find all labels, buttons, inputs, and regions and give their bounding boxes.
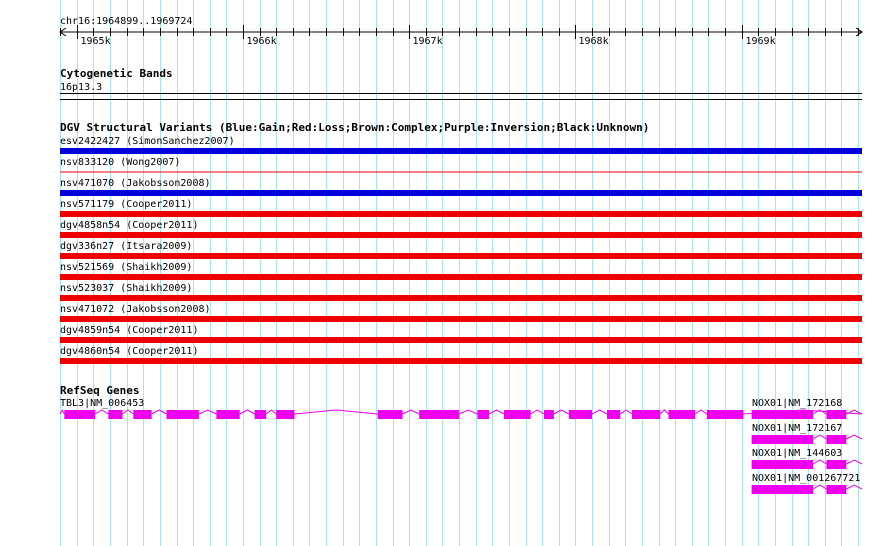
gene-exon[interactable] — [632, 410, 661, 419]
ruler-track: chr16:1964899..1969724 1965k 1966k 1967k 19… — [59, 16, 863, 47]
genome-browser: chr16:1964899..1969724 1965k 1966k 1967k 19… — [59, 0, 863, 546]
variant-bar[interactable] — [60, 274, 862, 280]
gene-exon[interactable] — [751, 435, 814, 444]
refseq-track: RefSeq Genes TBL3|NM_006453 NOX01|NM_1721… — [59, 384, 863, 494]
variant-bar[interactable] — [60, 295, 862, 301]
variant-label[interactable]: dgv336n27 (Itsara2009) — [60, 241, 192, 252]
cytoband-label: 16p13.3 — [60, 82, 102, 93]
gene-exon[interactable] — [607, 410, 621, 419]
variant-bar[interactable] — [60, 253, 862, 259]
gene-label[interactable]: NOX01|NM_172167 — [752, 423, 842, 434]
gene-label[interactable]: NOX01|NM_001267721 — [752, 473, 860, 484]
ruler-ticks: 1965k 1966k 1967k 1968k 1969k — [59, 25, 863, 47]
region-label: chr16:1964899..1969724 — [60, 16, 192, 27]
variant-label[interactable]: dgv4860n54 (Cooper2011) — [60, 346, 198, 357]
vertical-grid — [60, 0, 859, 546]
gene-exon[interactable] — [826, 460, 847, 469]
gene-exon[interactable] — [751, 485, 814, 494]
gene-exon[interactable] — [254, 410, 267, 419]
variant-label[interactable]: esv2422427 (SimonSanchez2007) — [60, 136, 235, 147]
gene-label[interactable]: NOX01|NM_172168 — [752, 398, 842, 409]
variant-label[interactable]: nsv471072 (Jakobsson2008) — [60, 304, 211, 315]
variant-bar[interactable] — [60, 358, 862, 364]
gene-exon[interactable] — [64, 410, 96, 419]
ruler-tick-label: 1966k — [247, 36, 277, 47]
variant-bar[interactable] — [60, 316, 862, 322]
ruler-tick-label: 1969k — [746, 36, 776, 47]
variant-label[interactable]: nsv833120 (Wong2007) — [60, 157, 180, 168]
dgv-rows: esv2422427 (SimonSanchez2007) nsv833120 (… — [60, 136, 862, 364]
ruler-tick-label: 1968k — [579, 36, 609, 47]
gene-exon[interactable] — [543, 410, 554, 419]
variant-bar[interactable] — [60, 171, 862, 173]
ruler-tick-label: 1967k — [413, 36, 443, 47]
gene-exon[interactable] — [377, 410, 403, 419]
variant-bar[interactable] — [60, 232, 862, 238]
gene-exon[interactable] — [751, 410, 814, 419]
variant-bar[interactable] — [60, 148, 862, 154]
gene-exon[interactable] — [751, 460, 814, 469]
ruler-tick-label: 1965k — [81, 36, 111, 47]
refseq-title: RefSeq Genes — [60, 384, 139, 397]
gene-exon[interactable] — [826, 435, 847, 444]
dgv-track: DGV Structural Variants (Blue:Gain;Red:L… — [60, 121, 862, 364]
gene-exon[interactable] — [668, 410, 696, 419]
gene-exon[interactable] — [133, 410, 152, 419]
dgv-title: DGV Structural Variants (Blue:Gain;Red:L… — [60, 121, 649, 134]
gene-label[interactable]: NOX01|NM_144603 — [752, 448, 842, 459]
gene-rows: TBL3|NM_006453 NOX01|NM_172168 NOX01|NM_17… — [59, 398, 863, 494]
gene-exon[interactable] — [216, 410, 240, 419]
gene-exon[interactable] — [568, 410, 593, 419]
variant-label[interactable]: nsv571179 (Cooper2011) — [60, 199, 192, 210]
gene-exon[interactable] — [504, 410, 531, 419]
cytoband-track: Cytogenetic Bands 16p13.3 — [60, 67, 862, 100]
variant-label[interactable]: nsv523037 (Shaikh2009) — [60, 283, 192, 294]
gene-exon[interactable] — [826, 410, 847, 419]
variant-bar[interactable] — [60, 190, 862, 196]
gene-exon[interactable] — [706, 410, 744, 419]
cytoband-title: Cytogenetic Bands — [60, 67, 173, 80]
gene-label[interactable]: TBL3|NM_006453 — [60, 398, 144, 409]
gene-exon[interactable] — [419, 410, 460, 419]
variant-label[interactable]: dgv4858n54 (Cooper2011) — [60, 220, 198, 231]
gene-exon[interactable] — [477, 410, 489, 419]
variant-bar[interactable] — [60, 337, 862, 343]
variant-bar[interactable] — [60, 211, 862, 217]
gene-exon[interactable] — [276, 410, 295, 419]
variant-label[interactable]: nsv521569 (Shaikh2009) — [60, 262, 192, 273]
gene-exon[interactable] — [166, 410, 199, 419]
variant-label[interactable]: dgv4859n54 (Cooper2011) — [60, 325, 198, 336]
gene-exon[interactable] — [108, 410, 123, 419]
gene-exon[interactable] — [826, 485, 847, 494]
variant-label[interactable]: nsv471070 (Jakobsson2008) — [60, 178, 211, 189]
